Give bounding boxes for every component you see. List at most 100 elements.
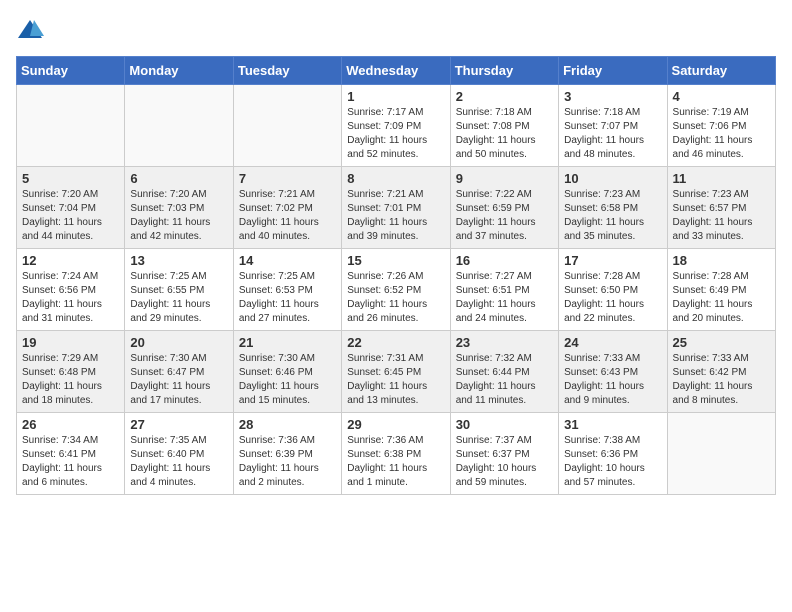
calendar-cell: 17 Sunrise: 7:28 AM Sunset: 6:50 PM Dayli… [559, 249, 667, 331]
day-number: 10 [564, 171, 661, 186]
day-info: Sunrise: 7:26 AM Sunset: 6:52 PM Dayligh… [347, 270, 444, 326]
day-info: Sunrise: 7:27 AM Sunset: 6:51 PM Dayligh… [456, 270, 553, 326]
calendar-cell: 21 Sunrise: 7:30 AM Sunset: 6:46 PM Dayli… [233, 331, 341, 413]
day-info: Sunrise: 7:18 AM Sunset: 7:08 PM Dayligh… [456, 106, 553, 162]
day-number: 20 [130, 335, 227, 350]
calendar-week-row: 1Sunrise: 7:17 AM Sunset: 7:09 PM Daylig… [17, 85, 776, 167]
day-info: Sunrise: 7:37 AM Sunset: 6:37 PM Dayligh… [456, 434, 553, 490]
day-info: Sunrise: 7:25 AM Sunset: 6:53 PM Dayligh… [239, 270, 336, 326]
day-info: Sunrise: 7:31 AM Sunset: 6:45 PM Dayligh… [347, 352, 444, 408]
calendar-cell: 2 Sunrise: 7:18 AM Sunset: 7:08 PM Daylig… [450, 85, 558, 167]
calendar-cell: 4 Sunrise: 7:19 AM Sunset: 7:06 PM Daylig… [667, 85, 775, 167]
calendar-cell: 8Sunrise: 7:21 AM Sunset: 7:01 PM Daylig… [342, 167, 450, 249]
day-number: 28 [239, 417, 336, 432]
calendar-cell: 16 Sunrise: 7:27 AM Sunset: 6:51 PM Dayli… [450, 249, 558, 331]
calendar-cell: 7 Sunrise: 7:21 AM Sunset: 7:02 PM Daylig… [233, 167, 341, 249]
day-info: Sunrise: 7:21 AM Sunset: 7:02 PM Dayligh… [239, 188, 336, 244]
calendar-header-thursday: Thursday [450, 57, 558, 85]
day-number: 24 [564, 335, 661, 350]
day-number: 4 [673, 89, 770, 104]
day-number: 26 [22, 417, 119, 432]
calendar-cell: 11Sunrise: 7:23 AM Sunset: 6:57 PM Dayli… [667, 167, 775, 249]
day-info: Sunrise: 7:35 AM Sunset: 6:40 PM Dayligh… [130, 434, 227, 490]
calendar-cell: 6 Sunrise: 7:20 AM Sunset: 7:03 PM Daylig… [125, 167, 233, 249]
calendar-cell: 9 Sunrise: 7:22 AM Sunset: 6:59 PM Daylig… [450, 167, 558, 249]
calendar-cell: 3 Sunrise: 7:18 AM Sunset: 7:07 PM Daylig… [559, 85, 667, 167]
day-number: 17 [564, 253, 661, 268]
day-number: 22 [347, 335, 444, 350]
day-info: Sunrise: 7:33 AM Sunset: 6:43 PM Dayligh… [564, 352, 661, 408]
day-number: 14 [239, 253, 336, 268]
calendar-week-row: 5 Sunrise: 7:20 AM Sunset: 7:04 PM Daylig… [17, 167, 776, 249]
day-info: Sunrise: 7:36 AM Sunset: 6:38 PM Dayligh… [347, 434, 444, 490]
calendar-cell: 29 Sunrise: 7:36 AM Sunset: 6:38 PM Dayli… [342, 413, 450, 495]
day-info: Sunrise: 7:20 AM Sunset: 7:04 PM Dayligh… [22, 188, 119, 244]
calendar-header-friday: Friday [559, 57, 667, 85]
calendar-cell [667, 413, 775, 495]
day-number: 6 [130, 171, 227, 186]
day-info: Sunrise: 7:19 AM Sunset: 7:06 PM Dayligh… [673, 106, 770, 162]
day-number: 31 [564, 417, 661, 432]
day-number: 16 [456, 253, 553, 268]
day-number: 19 [22, 335, 119, 350]
page-header [16, 16, 776, 44]
calendar-header-monday: Monday [125, 57, 233, 85]
day-info: Sunrise: 7:34 AM Sunset: 6:41 PM Dayligh… [22, 434, 119, 490]
calendar-cell [125, 85, 233, 167]
calendar-header-wednesday: Wednesday [342, 57, 450, 85]
day-number: 5 [22, 171, 119, 186]
calendar-header-saturday: Saturday [667, 57, 775, 85]
calendar-cell: 1Sunrise: 7:17 AM Sunset: 7:09 PM Daylig… [342, 85, 450, 167]
calendar-cell: 26 Sunrise: 7:34 AM Sunset: 6:41 PM Dayli… [17, 413, 125, 495]
day-info: Sunrise: 7:20 AM Sunset: 7:03 PM Dayligh… [130, 188, 227, 244]
calendar-cell: 20 Sunrise: 7:30 AM Sunset: 6:47 PM Dayli… [125, 331, 233, 413]
day-info: Sunrise: 7:38 AM Sunset: 6:36 PM Dayligh… [564, 434, 661, 490]
day-number: 30 [456, 417, 553, 432]
day-number: 13 [130, 253, 227, 268]
day-info: Sunrise: 7:21 AM Sunset: 7:01 PM Dayligh… [347, 188, 444, 244]
logo-icon [16, 16, 44, 44]
calendar-cell: 28 Sunrise: 7:36 AM Sunset: 6:39 PM Dayli… [233, 413, 341, 495]
calendar-cell: 22 Sunrise: 7:31 AM Sunset: 6:45 PM Dayli… [342, 331, 450, 413]
day-info: Sunrise: 7:30 AM Sunset: 6:46 PM Dayligh… [239, 352, 336, 408]
day-number: 29 [347, 417, 444, 432]
day-info: Sunrise: 7:22 AM Sunset: 6:59 PM Dayligh… [456, 188, 553, 244]
calendar-cell: 23Sunrise: 7:32 AM Sunset: 6:44 PM Dayli… [450, 331, 558, 413]
day-info: Sunrise: 7:18 AM Sunset: 7:07 PM Dayligh… [564, 106, 661, 162]
calendar-week-row: 12Sunrise: 7:24 AM Sunset: 6:56 PM Dayli… [17, 249, 776, 331]
calendar-header-row: SundayMondayTuesdayWednesdayThursdayFrid… [17, 57, 776, 85]
calendar-cell [233, 85, 341, 167]
day-number: 2 [456, 89, 553, 104]
day-number: 21 [239, 335, 336, 350]
calendar-cell: 14 Sunrise: 7:25 AM Sunset: 6:53 PM Dayli… [233, 249, 341, 331]
day-info: Sunrise: 7:29 AM Sunset: 6:48 PM Dayligh… [22, 352, 119, 408]
logo [16, 16, 48, 44]
calendar-cell: 12Sunrise: 7:24 AM Sunset: 6:56 PM Dayli… [17, 249, 125, 331]
day-info: Sunrise: 7:32 AM Sunset: 6:44 PM Dayligh… [456, 352, 553, 408]
calendar-cell: 18Sunrise: 7:28 AM Sunset: 6:49 PM Dayli… [667, 249, 775, 331]
calendar-cell: 25Sunrise: 7:33 AM Sunset: 6:42 PM Dayli… [667, 331, 775, 413]
day-number: 7 [239, 171, 336, 186]
calendar-cell: 13Sunrise: 7:25 AM Sunset: 6:55 PM Dayli… [125, 249, 233, 331]
calendar-cell: 31 Sunrise: 7:38 AM Sunset: 6:36 PM Dayli… [559, 413, 667, 495]
day-number: 15 [347, 253, 444, 268]
calendar-header-tuesday: Tuesday [233, 57, 341, 85]
day-number: 27 [130, 417, 227, 432]
calendar-week-row: 26 Sunrise: 7:34 AM Sunset: 6:41 PM Dayli… [17, 413, 776, 495]
calendar-cell [17, 85, 125, 167]
day-number: 9 [456, 171, 553, 186]
calendar-table: SundayMondayTuesdayWednesdayThursdayFrid… [16, 56, 776, 495]
day-info: Sunrise: 7:23 AM Sunset: 6:57 PM Dayligh… [673, 188, 770, 244]
day-number: 25 [673, 335, 770, 350]
day-number: 12 [22, 253, 119, 268]
day-number: 3 [564, 89, 661, 104]
calendar-cell: 30 Sunrise: 7:37 AM Sunset: 6:37 PM Dayli… [450, 413, 558, 495]
day-info: Sunrise: 7:28 AM Sunset: 6:50 PM Dayligh… [564, 270, 661, 326]
calendar-cell: 24 Sunrise: 7:33 AM Sunset: 6:43 PM Dayli… [559, 331, 667, 413]
day-number: 1 [347, 89, 444, 104]
calendar-header-sunday: Sunday [17, 57, 125, 85]
day-info: Sunrise: 7:36 AM Sunset: 6:39 PM Dayligh… [239, 434, 336, 490]
calendar-cell: 5 Sunrise: 7:20 AM Sunset: 7:04 PM Daylig… [17, 167, 125, 249]
calendar-week-row: 19 Sunrise: 7:29 AM Sunset: 6:48 PM Dayli… [17, 331, 776, 413]
day-info: Sunrise: 7:30 AM Sunset: 6:47 PM Dayligh… [130, 352, 227, 408]
